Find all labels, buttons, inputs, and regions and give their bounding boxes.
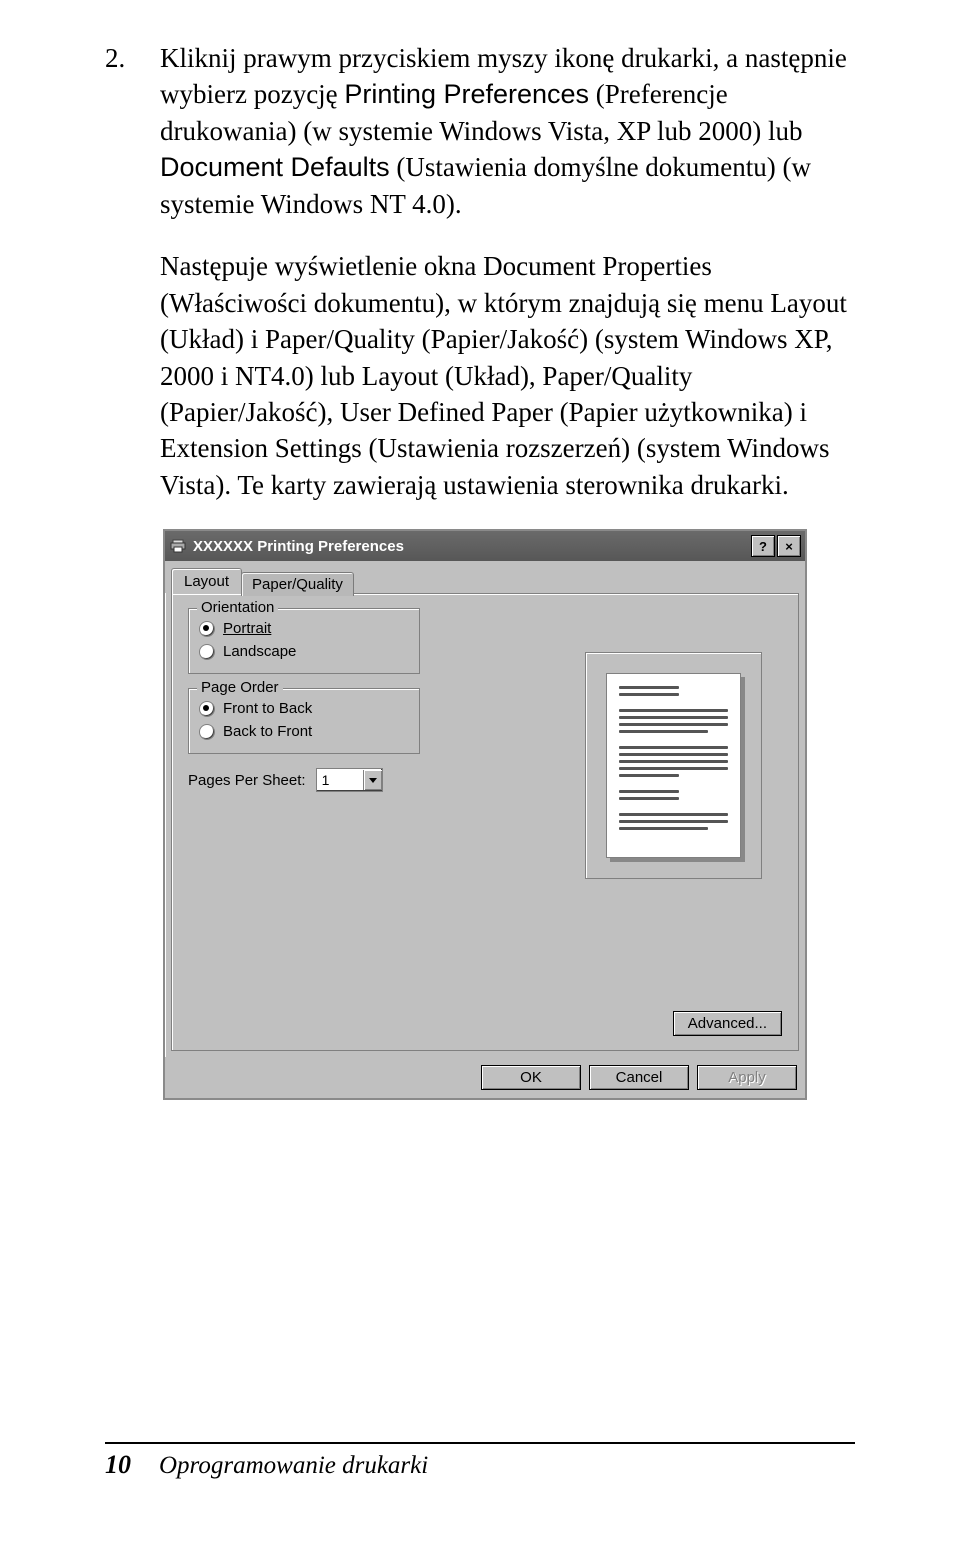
list-number: 2. [105,40,160,222]
advanced-button[interactable]: Advanced... [673,1011,782,1036]
apply-button[interactable]: Apply [697,1065,797,1090]
radio-icon [199,644,215,660]
page-preview [585,652,762,879]
close-button[interactable]: × [777,535,801,557]
combo-value: 1 [322,772,330,788]
cancel-button[interactable]: Cancel [589,1065,689,1090]
radio-label: Landscape [223,643,296,660]
radio-icon [199,724,215,740]
step-2-text: Kliknij prawym przyciskiem myszy ikonę d… [160,40,865,222]
orientation-legend: Orientation [197,599,278,616]
page-order-legend: Page Order [197,679,283,696]
radio-landscape[interactable]: Landscape [199,640,409,663]
radio-portrait[interactable]: Portrait [199,617,409,640]
radio-label: Back to Front [223,723,312,740]
dialog-button-row: OK Cancel Apply [165,1057,805,1098]
tab-row: Layout Paper/Quality [165,561,805,593]
orientation-group: Orientation Portrait Landscape [188,608,420,674]
ui-term: Printing Preferences [344,79,589,109]
layout-panel: Orientation Portrait Landscape Page Orde… [171,593,799,1051]
tab-layout[interactable]: Layout [171,568,242,594]
preview-paper [606,673,741,858]
dialog-title: XXXXXX Printing Preferences [193,538,749,555]
page-number: 10 [105,1450,131,1480]
screenshot-figure: XXXXXX Printing Preferences ? × Layout P… [105,529,865,1100]
step-2: 2. Kliknij prawym przyciskiem myszy ikon… [105,40,865,222]
pages-per-sheet-label: Pages Per Sheet: [188,772,306,789]
radio-back-to-front[interactable]: Back to Front [199,720,409,743]
titlebar: XXXXXX Printing Preferences ? × [165,531,805,561]
radio-label: Portrait [223,620,271,637]
page-footer: 10 Oprogramowanie drukarki [0,1442,960,1480]
ui-term: Document Defaults [160,152,390,182]
result-paragraph: Następuje wyświetlenie okna Document Pro… [160,248,865,503]
printer-icon [169,537,187,555]
radio-front-to-back[interactable]: Front to Back [199,697,409,720]
footer-title: Oprogramowanie drukarki [159,1452,428,1480]
page-order-group: Page Order Front to Back Back to Front [188,688,420,754]
advanced-row: Advanced... [673,1011,782,1036]
printing-preferences-dialog: XXXXXX Printing Preferences ? × Layout P… [163,529,807,1100]
radio-icon [199,621,215,637]
chevron-down-icon [363,770,382,790]
ok-button[interactable]: OK [481,1065,581,1090]
radio-icon [199,701,215,717]
tab-paper-quality[interactable]: Paper/Quality [241,572,354,596]
help-button[interactable]: ? [751,535,775,557]
radio-label: Front to Back [223,700,312,717]
pages-per-sheet-combo[interactable]: 1 [316,768,383,792]
